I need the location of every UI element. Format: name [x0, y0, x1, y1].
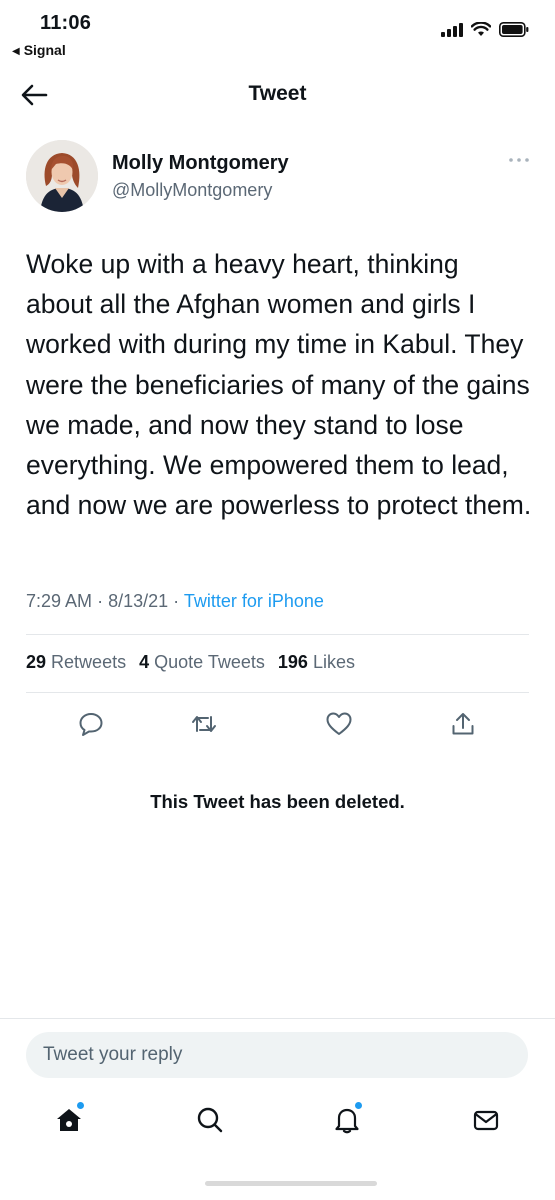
author-name[interactable]: Molly Montgomery	[112, 152, 289, 175]
status-icons	[441, 22, 529, 37]
wifi-icon	[471, 22, 491, 36]
page-title: Tweet	[248, 82, 307, 105]
back-triangle-icon: ◀	[12, 46, 20, 57]
tweet-actions	[0, 706, 555, 746]
tweet-stats: 29 Retweets 4 Quote Tweets 196 Likes	[26, 652, 531, 673]
share-button[interactable]	[445, 706, 481, 742]
tweet-author: Molly Montgomery @MollyMontgomery	[26, 140, 531, 216]
like-button[interactable]	[321, 706, 357, 742]
avatar-portrait-icon	[26, 140, 98, 212]
quote-tweets-label: Quote Tweets	[154, 652, 265, 672]
retweet-button[interactable]	[186, 706, 222, 742]
search-icon	[197, 1107, 223, 1133]
likes-stat[interactable]: 196 Likes	[278, 652, 355, 672]
status-bar: 11:06 ◀ Signal	[0, 0, 555, 62]
likes-label: Likes	[312, 652, 355, 672]
retweets-count: 29	[26, 652, 47, 672]
meta-separator: ·	[97, 591, 109, 611]
notifications-dot	[355, 1102, 362, 1109]
author-handle[interactable]: @MollyMontgomery	[112, 180, 272, 201]
battery-icon	[499, 22, 529, 37]
tweet-text: Woke up with a heavy heart, thinking abo…	[26, 249, 532, 521]
reply-input[interactable]	[26, 1032, 528, 1078]
back-to-app-link[interactable]: ◀ Signal	[12, 42, 66, 58]
home-icon	[57, 1109, 81, 1131]
quote-tweets-count: 4	[139, 652, 150, 672]
tweet-source-link[interactable]: Twitter for iPhone	[184, 591, 324, 611]
avatar[interactable]	[26, 140, 98, 212]
quote-tweets-stat[interactable]: 4 Quote Tweets	[139, 652, 265, 672]
messages-icon	[473, 1110, 499, 1131]
tweet-metadata: 7:29 AM · 8/13/21 · Twitter for iPhone	[26, 591, 531, 612]
retweets-label: Retweets	[51, 652, 127, 672]
tab-search[interactable]	[190, 1098, 230, 1142]
divider	[26, 634, 529, 635]
heart-icon	[326, 712, 352, 735]
reply-button[interactable]	[73, 706, 109, 742]
deleted-tweet-notice: This Tweet has been deleted.	[150, 791, 405, 812]
notifications-icon	[335, 1108, 359, 1134]
likes-count: 196	[277, 652, 308, 672]
reply-icon	[79, 713, 103, 736]
more-options-icon[interactable]	[507, 154, 531, 166]
home-indicator[interactable]	[205, 1181, 377, 1186]
share-icon	[452, 713, 474, 735]
retweets-stat[interactable]: 29 Retweets	[26, 652, 126, 672]
retweet-icon	[192, 716, 216, 732]
nav-header: Tweet	[0, 70, 555, 120]
tweet-date[interactable]: 8/13/21	[108, 591, 168, 611]
tweet-time[interactable]: 7:29 AM	[26, 591, 92, 611]
cellular-signal-icon	[441, 22, 463, 37]
bottom-tab-bar	[0, 1098, 555, 1148]
home-notification-dot	[77, 1102, 84, 1109]
tab-messages[interactable]	[466, 1098, 506, 1142]
divider	[26, 692, 529, 693]
tab-home[interactable]	[49, 1098, 89, 1142]
tab-notifications[interactable]	[327, 1098, 367, 1142]
meta-separator: ·	[173, 591, 184, 611]
back-app-label: Signal	[23, 42, 66, 58]
status-time: 11:06	[40, 12, 92, 34]
